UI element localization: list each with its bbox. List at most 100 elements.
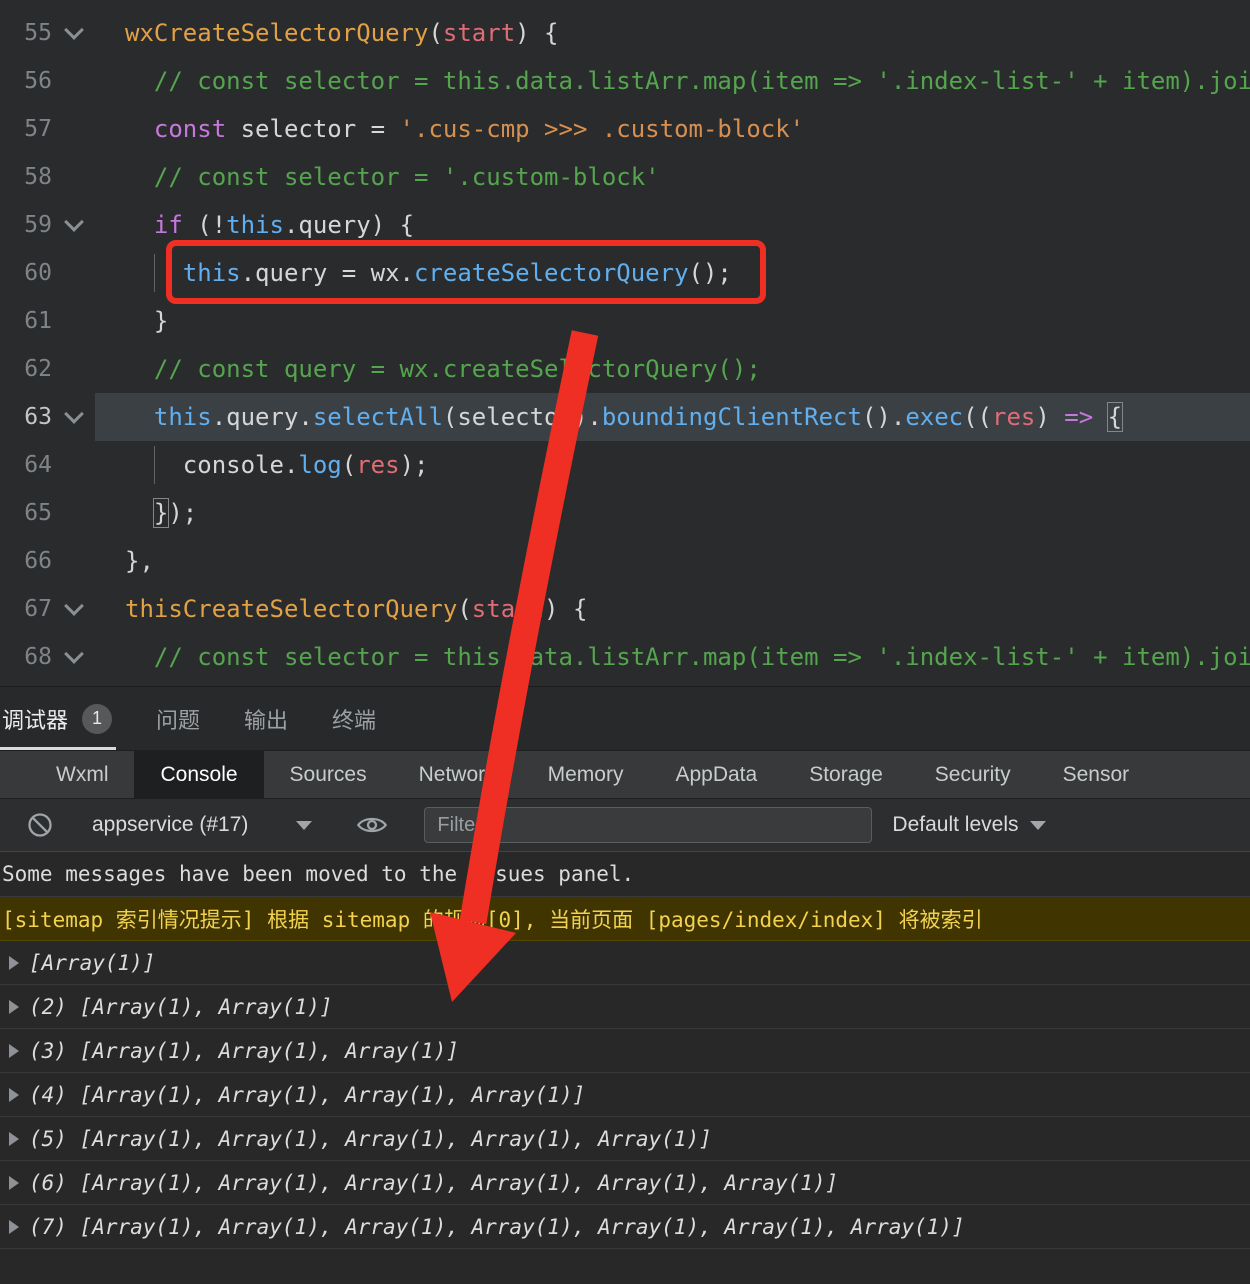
fold-chevron-icon[interactable]: [52, 201, 95, 249]
code-line[interactable]: 58 // const selector = '.custom-block': [0, 153, 1250, 201]
chevron-down-icon: [296, 820, 313, 830]
tab-network[interactable]: Network: [393, 751, 522, 798]
line-number: 62: [24, 356, 52, 382]
tab-console[interactable]: Console: [134, 751, 264, 798]
line-number: 57: [24, 116, 52, 142]
debugger-tab-0[interactable]: 调试器 1: [0, 687, 117, 750]
console-message[interactable]: (3) [Array(1), Array(1), Array(1)]: [0, 1029, 1250, 1073]
debugger-tab-label: 调试器: [2, 707, 69, 733]
context-selector-dropdown[interactable]: appservice (#17): [92, 813, 313, 837]
tab-wxml[interactable]: Wxml: [30, 751, 134, 798]
tab-sensor[interactable]: Sensor: [1037, 751, 1156, 798]
code-line[interactable]: 64 console.log(res);: [0, 441, 1250, 489]
code-text: // const query = wx.createSelectorQuery(…: [153, 355, 761, 383]
expand-triangle-icon[interactable]: [9, 999, 19, 1014]
code-line[interactable]: 56 // const selector = this.data.listArr…: [0, 57, 1250, 105]
fold-chevron-icon[interactable]: [52, 9, 95, 57]
code-line[interactable]: 60 this.query = wx.createSelectorQuery()…: [0, 249, 1250, 297]
tab-sources[interactable]: Sources: [264, 751, 393, 798]
tab-security[interactable]: Security: [909, 751, 1037, 798]
console-output: Some messages have been moved to the Iss…: [0, 852, 1250, 1284]
expand-triangle-icon[interactable]: [9, 955, 19, 970]
console-message-text: (3) [Array(1), Array(1), Array(1)]: [29, 1038, 459, 1063]
tab-memory[interactable]: Memory: [522, 751, 650, 798]
clear-console-icon[interactable]: [26, 811, 54, 839]
tab-appdata[interactable]: AppData: [649, 751, 783, 798]
code-line[interactable]: 65 });: [0, 489, 1250, 537]
console-message-text: (7) [Array(1), Array(1), Array(1), Array…: [29, 1214, 965, 1239]
expand-triangle-icon[interactable]: [9, 1219, 19, 1234]
fold-chevron-icon[interactable]: [52, 585, 95, 633]
code-line[interactable]: 59 if (!this.query) {: [0, 201, 1250, 249]
console-message-text: [sitemap 索引情况提示] 根据 sitemap 的规则[0], 当前页面…: [2, 907, 983, 932]
expand-triangle-icon[interactable]: [9, 1131, 19, 1146]
expand-triangle-icon[interactable]: [9, 1175, 19, 1190]
fold-chevron-icon[interactable]: [52, 393, 95, 441]
line-number: 56: [24, 68, 52, 94]
code-line[interactable]: 67 thisCreateSelectorQuery(start) {: [0, 585, 1250, 633]
line-number: 66: [24, 548, 52, 574]
code-line[interactable]: 62 // const query = wx.createSelectorQue…: [0, 345, 1250, 393]
message-count-badge: 1: [82, 703, 113, 734]
console-message[interactable]: (2) [Array(1), Array(1)]: [0, 985, 1250, 1029]
code-text: console.log(res);: [182, 451, 429, 479]
code-editor[interactable]: 55 wxCreateSelectorQuery(start) { 56 // co…: [0, 0, 1250, 686]
console-message-text: [Array(1)]: [29, 950, 156, 975]
line-number: 60: [24, 260, 52, 286]
line-number: 55: [24, 20, 52, 46]
code-text: }: [153, 307, 169, 335]
context-selector-label: appservice (#17): [92, 813, 249, 836]
code-text: },: [125, 547, 154, 575]
console-message-text: (5) [Array(1), Array(1), Array(1), Array…: [29, 1126, 712, 1151]
log-level-dropdown[interactable]: Default levels: [892, 813, 1047, 837]
line-number: 65: [24, 500, 52, 526]
console-message[interactable]: (4) [Array(1), Array(1), Array(1), Array…: [0, 1073, 1250, 1117]
code-text: wxCreateSelectorQuery(start) {: [125, 19, 559, 47]
console-message[interactable]: (6) [Array(1), Array(1), Array(1), Array…: [0, 1161, 1250, 1205]
code-line[interactable]: 61 }: [0, 297, 1250, 345]
code-text: const selector = '.cus-cmp >>> .custom-b…: [153, 115, 805, 143]
filter-input[interactable]: [424, 807, 873, 843]
debugger-tab-label: 问题: [156, 707, 201, 733]
code-line[interactable]: 55 wxCreateSelectorQuery(start) {: [0, 9, 1250, 57]
code-text: if (!this.query) {: [153, 211, 415, 239]
debugger-tabbar: 调试器 1 问题 输出 终端: [0, 686, 1250, 750]
code-text: this.query.selectAll(selector).boundingC…: [153, 402, 1124, 432]
debugger-tab-3[interactable]: 终端: [332, 687, 376, 750]
fold-chevron-icon[interactable]: [52, 633, 95, 681]
code-text: });: [152, 498, 198, 528]
chevron-down-icon: [1030, 820, 1047, 830]
code-text: // const selector = this.data.listArr.ma…: [153, 67, 1250, 95]
wechat-devtools-debugger-window: 55 wxCreateSelectorQuery(start) { 56 // co…: [0, 0, 1250, 1284]
code-line[interactable]: 68 // const selector = this.data.listArr…: [0, 633, 1250, 681]
code-line[interactable]: 66},: [0, 537, 1250, 585]
code-text: // const selector = this.data.listArr.ma…: [153, 643, 1250, 671]
line-number: 58: [24, 164, 52, 190]
console-message[interactable]: (7) [Array(1), Array(1), Array(1), Array…: [0, 1205, 1250, 1249]
expand-triangle-icon[interactable]: [9, 1087, 19, 1102]
debugger-tab-1[interactable]: 问题: [156, 687, 200, 750]
tab-storage[interactable]: Storage: [783, 751, 909, 798]
console-message[interactable]: [Array(1)]: [0, 941, 1250, 985]
log-level-label: Default levels: [892, 813, 1019, 836]
code-line[interactable]: 57 const selector = '.cus-cmp >>> .custo…: [0, 105, 1250, 153]
line-number: 68: [24, 644, 52, 670]
console-message[interactable]: (5) [Array(1), Array(1), Array(1), Array…: [0, 1117, 1250, 1161]
line-number: 59: [24, 212, 52, 238]
eye-icon[interactable]: [356, 813, 388, 837]
debugger-tab-label: 输出: [244, 707, 289, 733]
expand-triangle-icon[interactable]: [9, 1043, 19, 1058]
code-lines: 55 wxCreateSelectorQuery(start) { 56 // co…: [0, 9, 1250, 681]
console-message-text: (2) [Array(1), Array(1)]: [29, 994, 333, 1019]
code-line[interactable]: 63 this.query.selectAll(selector).boundi…: [0, 393, 1250, 441]
debugger-tab-2[interactable]: 输出: [244, 687, 288, 750]
console-message-text: (4) [Array(1), Array(1), Array(1), Array…: [29, 1082, 586, 1107]
code-text: thisCreateSelectorQuery(start) {: [125, 595, 588, 623]
code-text: this.query = wx.createSelectorQuery();: [182, 259, 732, 287]
line-number: 63: [24, 404, 52, 430]
